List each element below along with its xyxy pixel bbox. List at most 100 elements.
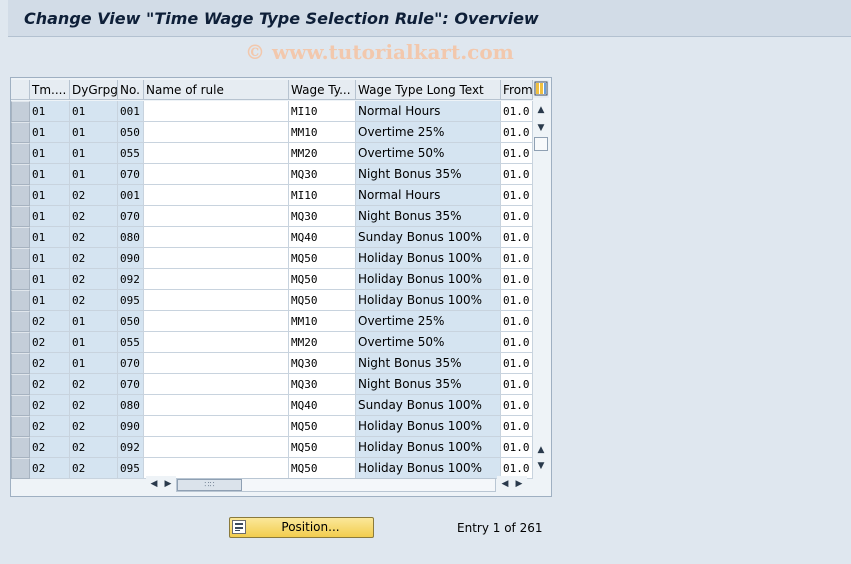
dygrpg-cell: 01 — [70, 311, 118, 332]
dygrpg-cell: 02 — [70, 395, 118, 416]
scroll-thumb[interactable] — [534, 137, 548, 151]
from-cell: 01.0 — [501, 416, 533, 437]
name-of-rule-cell[interactable] — [144, 416, 289, 437]
no-cell: 070 — [118, 164, 144, 185]
dygrpg-cell: 02 — [70, 206, 118, 227]
name-of-rule-cell[interactable] — [144, 227, 289, 248]
wage-type-long-text-cell: Overtime 25% — [356, 122, 501, 143]
scroll-down-icon[interactable]: ▼ — [535, 121, 547, 135]
wage-type-cell: MQ50 — [289, 248, 356, 269]
tm-cell: 02 — [30, 332, 70, 353]
dygrpg-column-header[interactable]: DyGrpg — [70, 80, 118, 100]
scroll-up-bottom-icon[interactable]: ▲ — [535, 443, 547, 457]
scroll-right-end-icon[interactable]: ▶ — [513, 476, 525, 492]
table-row[interactable]: 02 01 050 MM10 Overtime 25% 01.0 — [11, 311, 533, 332]
tm-cell: 01 — [30, 185, 70, 206]
table-row[interactable]: 01 02 080 MQ40 Sunday Bonus 100% 01.0 — [11, 227, 533, 248]
name-of-rule-cell[interactable] — [144, 206, 289, 227]
wage-type-long-text-cell: Holiday Bonus 100% — [356, 269, 501, 290]
from-cell: 01.0 — [501, 269, 533, 290]
from-cell: 01.0 — [501, 122, 533, 143]
scroll-left-end-icon[interactable]: ◀ — [499, 476, 511, 492]
name-of-rule-cell[interactable] — [144, 311, 289, 332]
position-button-label: Position... — [281, 520, 340, 534]
horizontal-scrollbar[interactable]: ∷∷ — [176, 478, 496, 492]
scroll-left-icon[interactable]: ◀ — [148, 476, 160, 492]
position-button[interactable]: Position... — [229, 517, 374, 538]
no-cell: 050 — [118, 311, 144, 332]
tm-cell: 02 — [30, 374, 70, 395]
from-cell: 01.0 — [501, 437, 533, 458]
hscroll-thumb[interactable]: ∷∷ — [177, 479, 242, 491]
table-row[interactable]: 01 01 070 MQ30 Night Bonus 35% 01.0 — [11, 164, 533, 185]
table-row[interactable]: 02 01 070 MQ30 Night Bonus 35% 01.0 — [11, 353, 533, 374]
tm-column-header[interactable]: Tm.... — [30, 80, 70, 100]
table-row[interactable]: 01 02 095 MQ50 Holiday Bonus 100% 01.0 — [11, 290, 533, 311]
select-all-header[interactable] — [11, 80, 30, 100]
table-row[interactable]: 02 02 070 MQ30 Night Bonus 35% 01.0 — [11, 374, 533, 395]
wage-type-long-text-cell: Overtime 50% — [356, 332, 501, 353]
name-of-rule-cell[interactable] — [144, 122, 289, 143]
from-column-header[interactable]: From — [501, 80, 533, 100]
name-of-rule-cell[interactable] — [144, 143, 289, 164]
no-cell: 055 — [118, 332, 144, 353]
name-of-rule-cell[interactable] — [144, 290, 289, 311]
table-row[interactable]: 01 02 070 MQ30 Night Bonus 35% 01.0 — [11, 206, 533, 227]
wage-type-cell: MM20 — [289, 332, 356, 353]
no-column-header[interactable]: No. — [118, 80, 144, 100]
name-of-rule-cell[interactable] — [144, 248, 289, 269]
table-row[interactable]: 02 02 080 MQ40 Sunday Bonus 100% 01.0 — [11, 395, 533, 416]
wage-type-long-text-column-header[interactable]: Wage Type Long Text — [356, 80, 501, 100]
table-row[interactable]: 02 02 090 MQ50 Holiday Bonus 100% 01.0 — [11, 416, 533, 437]
table-row[interactable]: 01 02 090 MQ50 Holiday Bonus 100% 01.0 — [11, 248, 533, 269]
name-of-rule-cell[interactable] — [144, 395, 289, 416]
dygrpg-cell: 02 — [70, 248, 118, 269]
wage-type-long-text-cell: Normal Hours — [356, 101, 501, 122]
no-cell: 090 — [118, 248, 144, 269]
tm-cell: 02 — [30, 416, 70, 437]
name-of-rule-cell[interactable] — [144, 269, 289, 290]
name-of-rule-column-header[interactable]: Name of rule — [144, 80, 289, 100]
no-cell: 001 — [118, 101, 144, 122]
scroll-right-icon[interactable]: ▶ — [162, 476, 174, 492]
name-of-rule-cell[interactable] — [144, 164, 289, 185]
vertical-scrollbar[interactable]: ▲ ▼ ▲ ▼ — [533, 101, 549, 475]
table-row[interactable]: 01 02 092 MQ50 Holiday Bonus 100% 01.0 — [11, 269, 533, 290]
wage-type-cell: MQ50 — [289, 416, 356, 437]
wage-type-long-text-cell: Holiday Bonus 100% — [356, 458, 501, 479]
table-row[interactable]: 01 01 001 MI10 Normal Hours 01.0 — [11, 101, 533, 122]
name-of-rule-cell[interactable] — [144, 353, 289, 374]
no-cell: 092 — [118, 437, 144, 458]
wage-type-cell: MQ40 — [289, 227, 356, 248]
dygrpg-cell: 01 — [70, 101, 118, 122]
name-of-rule-cell[interactable] — [144, 437, 289, 458]
no-cell: 095 — [118, 458, 144, 479]
wage-type-cell: MQ30 — [289, 164, 356, 185]
table-row[interactable]: 01 01 050 MM10 Overtime 25% 01.0 — [11, 122, 533, 143]
table-settings-icon[interactable] — [533, 80, 549, 98]
name-of-rule-cell[interactable] — [144, 185, 289, 206]
no-cell: 001 — [118, 185, 144, 206]
tm-cell: 02 — [30, 458, 70, 479]
name-of-rule-cell[interactable] — [144, 374, 289, 395]
scroll-up-icon[interactable]: ▲ — [535, 103, 547, 117]
table-row[interactable]: 02 01 055 MM20 Overtime 50% 01.0 — [11, 332, 533, 353]
table-row[interactable]: 01 02 001 MI10 Normal Hours 01.0 — [11, 185, 533, 206]
table-row[interactable]: 01 01 055 MM20 Overtime 50% 01.0 — [11, 143, 533, 164]
dygrpg-cell: 02 — [70, 437, 118, 458]
wage-type-column-header[interactable]: Wage Ty... — [289, 80, 356, 100]
page-title: Change View "Time Wage Type Selection Ru… — [24, 9, 539, 28]
wage-type-long-text-cell: Holiday Bonus 100% — [356, 416, 501, 437]
wage-type-cell: MI10 — [289, 185, 356, 206]
no-cell: 095 — [118, 290, 144, 311]
name-of-rule-cell[interactable] — [144, 332, 289, 353]
table-row[interactable]: 02 02 095 MQ50 Holiday Bonus 100% 01.0 — [11, 458, 533, 479]
wage-type-long-text-cell: Overtime 50% — [356, 143, 501, 164]
name-of-rule-cell[interactable] — [144, 101, 289, 122]
wage-type-cell: MQ40 — [289, 395, 356, 416]
from-cell: 01.0 — [501, 353, 533, 374]
wage-type-cell: MQ30 — [289, 374, 356, 395]
from-cell: 01.0 — [501, 101, 533, 122]
table-row[interactable]: 02 02 092 MQ50 Holiday Bonus 100% 01.0 — [11, 437, 533, 458]
scroll-down-bottom-icon[interactable]: ▼ — [535, 459, 547, 473]
